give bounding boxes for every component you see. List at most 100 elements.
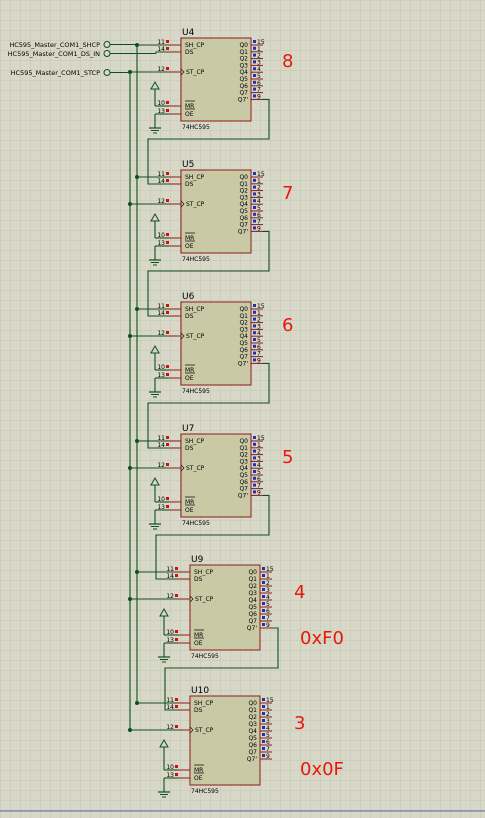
pin-name: OE bbox=[194, 775, 203, 782]
pin-state-marker bbox=[175, 698, 178, 701]
pin-name: Q5 bbox=[248, 735, 257, 742]
pin-name: Q0 bbox=[248, 569, 257, 576]
pin-number: 9 bbox=[266, 622, 270, 629]
net-terminal-stcp[interactable]: HC595_Master_COM1_STCP bbox=[11, 69, 111, 77]
pin-number: 12 bbox=[166, 724, 174, 731]
pin-state-marker bbox=[166, 172, 169, 175]
pin-number: 13 bbox=[157, 504, 165, 511]
pin-name: Q2 bbox=[248, 714, 257, 721]
net-terminal-ds-in[interactable]: HC595_Master_COM1_DS_IN bbox=[8, 50, 111, 58]
pin-number: 12 bbox=[157, 66, 165, 73]
pin-number: 13 bbox=[157, 108, 165, 115]
pin-state-marker bbox=[175, 705, 178, 708]
pin-state-marker bbox=[253, 490, 256, 494]
pin-state-marker bbox=[253, 185, 256, 189]
pin-number: 12 bbox=[157, 330, 165, 337]
pin-state-marker bbox=[262, 567, 265, 570]
pin-state-marker bbox=[253, 226, 256, 230]
pin-number: 12 bbox=[157, 198, 165, 205]
net-terminal-shcp[interactable]: HC595_Master_COM1_SHCP bbox=[9, 41, 111, 49]
pin-name: SH_CP bbox=[185, 42, 205, 49]
pin-state-marker bbox=[175, 638, 178, 641]
chain-order-label: 8 bbox=[282, 51, 293, 72]
pin-state-marker bbox=[262, 616, 265, 619]
pin-number: 11 bbox=[157, 39, 165, 46]
pin-name: SH_CP bbox=[185, 306, 205, 313]
pin-number: 15 bbox=[266, 566, 274, 573]
pin-state-marker bbox=[253, 40, 256, 43]
chip-ref-label: U7 bbox=[182, 424, 194, 434]
pin-number: 14 bbox=[157, 178, 165, 185]
pin-state-marker bbox=[262, 588, 265, 591]
grid-background bbox=[0, 0, 485, 818]
pin-name: DS bbox=[185, 313, 194, 320]
pin-name: OE bbox=[185, 243, 194, 250]
pin-number: 9 bbox=[257, 93, 261, 100]
pin-state-marker bbox=[166, 199, 169, 202]
pin-name: DS bbox=[185, 49, 194, 56]
pin-state-marker bbox=[262, 602, 265, 605]
pin-name: Q6 bbox=[248, 742, 257, 749]
pin-state-marker bbox=[262, 747, 265, 750]
pin-number: 1 bbox=[266, 573, 270, 580]
pin-number: 11 bbox=[157, 435, 165, 442]
pin-number: 3 bbox=[266, 587, 270, 594]
pin-state-marker bbox=[262, 754, 265, 757]
pin-number: 5 bbox=[266, 732, 270, 739]
pin-state-marker bbox=[253, 344, 256, 348]
pin-state-marker bbox=[166, 463, 169, 466]
wire-junction bbox=[135, 570, 139, 574]
pin-number: 6 bbox=[266, 608, 270, 615]
pin-name: Q0 bbox=[248, 700, 257, 707]
pin-name: DS bbox=[194, 707, 203, 714]
net-label-shcp: HC595_Master_COM1_SHCP bbox=[9, 41, 100, 49]
pin-state-marker bbox=[253, 206, 256, 209]
chain-order-label: 3 bbox=[294, 713, 305, 734]
schematic-canvas[interactable]: HC595_Master_COM1_SHCP HC595_Master_COM1… bbox=[0, 0, 485, 818]
pin-number: 4 bbox=[266, 594, 270, 601]
pin-state-marker bbox=[166, 331, 169, 334]
pin-name: Q7 bbox=[248, 618, 257, 625]
pin-number: 13 bbox=[157, 240, 165, 247]
pin-state-marker bbox=[262, 574, 265, 577]
pin-number: 5 bbox=[266, 601, 270, 608]
pin-state-marker bbox=[253, 351, 256, 355]
pin-state-marker bbox=[166, 101, 169, 104]
chip-part-label: 74HC595 bbox=[182, 520, 210, 527]
pin-name: Q6 bbox=[248, 611, 257, 618]
pin-state-marker bbox=[166, 241, 169, 244]
chip-part-label: 74HC595 bbox=[191, 653, 219, 660]
pin-state-marker bbox=[166, 497, 169, 500]
pin-state-marker bbox=[253, 94, 256, 98]
pin-number: 9 bbox=[257, 225, 261, 232]
pin-number: 10 bbox=[157, 100, 165, 107]
chain-order-label: 7 bbox=[282, 183, 293, 204]
pin-name: SH_CP bbox=[185, 174, 205, 181]
pin-state-marker bbox=[166, 505, 169, 508]
pin-state-marker bbox=[262, 705, 265, 708]
pin-number: 7 bbox=[266, 615, 270, 622]
pin-number: 10 bbox=[166, 764, 174, 771]
pin-state-marker bbox=[253, 436, 256, 439]
chain-order-label: 6 bbox=[282, 315, 293, 336]
pin-state-marker bbox=[253, 74, 256, 77]
pin-number: 14 bbox=[157, 442, 165, 449]
pin-number: 10 bbox=[166, 629, 174, 636]
pin-number: 2 bbox=[266, 580, 270, 587]
pin-state-marker bbox=[262, 740, 265, 743]
chip-ref-label: U10 bbox=[191, 686, 209, 696]
chip-ref-label: U9 bbox=[191, 555, 204, 565]
pin-name: Q7' bbox=[238, 492, 249, 499]
pin-state-marker bbox=[253, 324, 256, 328]
register-value-label: 0xF0 bbox=[300, 628, 344, 649]
pin-number: 13 bbox=[157, 372, 165, 379]
pin-state-marker bbox=[253, 87, 256, 91]
pin-name: Q3 bbox=[248, 721, 257, 728]
pin-state-marker bbox=[253, 338, 256, 341]
pin-number: 9 bbox=[266, 753, 270, 760]
chip-part-label: 74HC595 bbox=[191, 788, 219, 795]
pin-name: Q7' bbox=[238, 96, 249, 103]
pin-number: 11 bbox=[157, 303, 165, 310]
pin-state-marker bbox=[262, 712, 265, 715]
pin-name: Q7' bbox=[247, 756, 258, 763]
